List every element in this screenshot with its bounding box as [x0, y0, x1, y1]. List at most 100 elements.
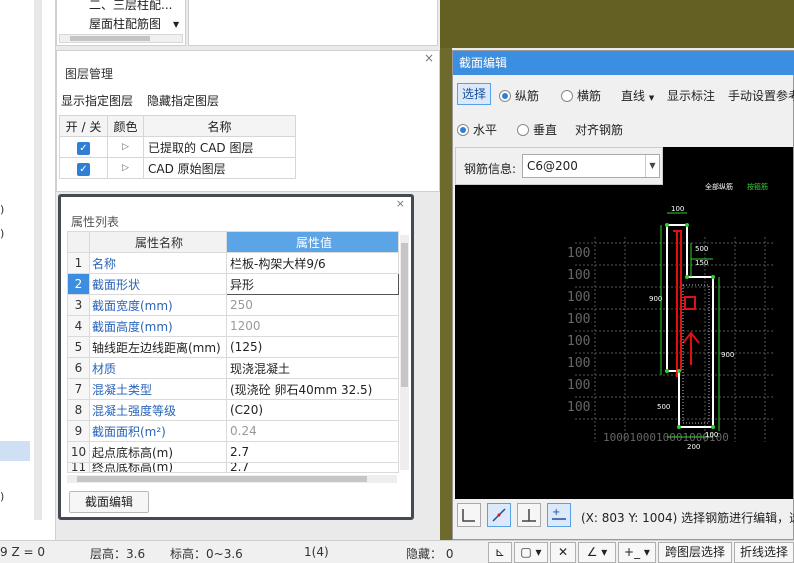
property-value[interactable]: 2.7	[226, 462, 399, 473]
grid-label: 100	[567, 268, 590, 283]
tree-item[interactable]: 二、三层柱配...	[89, 0, 172, 13]
property-value[interactable]: 栏板-构架大样9/6	[226, 252, 399, 274]
radio-vertical[interactable]: 垂直	[517, 121, 557, 138]
property-value[interactable]: 现浇混凝土	[226, 357, 399, 379]
property-value[interactable]: 250	[226, 294, 399, 316]
panel-title: 图层管理	[65, 67, 114, 81]
checkbox[interactable]: ✓	[77, 162, 90, 176]
diagonal-line-icon[interactable]	[487, 503, 511, 527]
show-label-button[interactable]: 显示标注	[667, 87, 715, 104]
polyline-select-button[interactable]: 折线选择	[734, 542, 794, 563]
rebar-info-select[interactable]: C6@200 ▼	[522, 154, 660, 178]
tree-fragment: )	[0, 227, 5, 240]
elevation-range: 标高：0~3.6	[170, 547, 243, 561]
row-number: 10	[67, 441, 90, 463]
property-value[interactable]: 2.7	[226, 441, 399, 463]
table-row[interactable]: 5 轴线距左边线距离(mm) (125)	[67, 336, 399, 358]
section-canvas[interactable]: 100 100 100 100 100 100 100 100 10001000…	[455, 147, 793, 499]
table-row[interactable]: 8 混凝土强度等级 (C20)	[67, 399, 399, 421]
table-row[interactable]: 7 混凝土类型 (现浇砼 卵石40mm 32.5)	[67, 378, 399, 400]
property-value[interactable]: 1200	[226, 315, 399, 337]
table-row[interactable]: 1 名称 栏板-构架大样9/6	[67, 252, 399, 274]
radio-icon[interactable]	[499, 90, 511, 102]
tree-hscroll[interactable]	[59, 34, 183, 43]
property-name: 截面高度(mm)	[89, 315, 227, 337]
row-number: 8	[67, 399, 90, 421]
checkbox[interactable]: ✓	[77, 141, 90, 155]
radio-icon[interactable]	[517, 124, 529, 136]
drawing-area-background	[440, 0, 794, 48]
table-row[interactable]: 6 材质 现浇混凝土	[67, 357, 399, 379]
dim-label: 500	[695, 245, 708, 253]
property-name: 截面形状	[89, 273, 227, 295]
align-rebar-button[interactable]: 对齐钢筋	[575, 121, 623, 138]
orthogonal-icon[interactable]	[457, 503, 481, 527]
property-name: 截面面积(m²)	[89, 420, 227, 442]
table-row[interactable]: 2 截面形状 异形	[67, 273, 399, 295]
radio-longitudinal[interactable]: 纵筋	[499, 87, 539, 104]
perpendicular-icon[interactable]	[517, 503, 541, 527]
property-table: 属性名称 属性值 1 名称 栏板-构架大样9/6 2 截面形状 异形 3 截面宽…	[67, 231, 399, 473]
expand-arrow-icon[interactable]: ▷	[107, 157, 144, 179]
cross-icon[interactable]: ✕	[550, 542, 576, 563]
hidden-count: 隐藏： 0	[406, 547, 454, 561]
canvas-label: 按箍筋	[747, 182, 768, 191]
grid-label: 100	[567, 378, 590, 393]
line-dropdown[interactable]: 直线 ▼	[621, 87, 654, 104]
property-value[interactable]: 0.24	[226, 420, 399, 442]
property-value[interactable]: (125)	[226, 336, 399, 358]
layer-name: 已提取的 CAD 图层	[143, 136, 296, 158]
section-edit-button[interactable]: 截面编辑	[69, 491, 149, 513]
radio-icon[interactable]	[561, 90, 573, 102]
property-list-panel: × 属性列表 属性名称 属性值 1 名称 栏板-构架大样9/6 2 截面形状 异…	[58, 194, 414, 520]
property-value[interactable]: (现浇砼 卵石40mm 32.5)	[226, 378, 399, 400]
radio-transverse[interactable]: 横筋	[561, 87, 601, 104]
manual-reference-button[interactable]: 手动设置参考	[728, 87, 794, 104]
hide-layer-button[interactable]: 隐藏指定图层	[147, 92, 219, 109]
svg-text:+: +	[552, 507, 560, 518]
chevron-down-icon[interactable]: ▼	[173, 20, 179, 29]
panel-title: 属性列表	[71, 215, 120, 229]
table-row[interactable]: 3 截面宽度(mm) 250	[67, 294, 399, 316]
close-icon[interactable]: ×	[396, 197, 405, 210]
property-hscroll[interactable]	[67, 475, 397, 483]
col-header: 名称	[143, 115, 296, 137]
table-row[interactable]: 11 终点底标高(m) 2.7	[67, 462, 399, 473]
close-icon[interactable]: ×	[424, 51, 434, 65]
radio-icon[interactable]	[457, 124, 469, 136]
chevron-down-icon[interactable]: ▼	[645, 155, 659, 177]
section-drawing[interactable]: 100 100 100 100 100 100 100 100 10001000…	[455, 147, 793, 499]
radio-horizontal[interactable]: 水平	[457, 121, 497, 138]
floor-height: 层高：3.6	[90, 547, 146, 561]
col-header: 开 / 关	[59, 115, 108, 137]
property-value[interactable]: (C20)	[226, 399, 399, 421]
editor-toolbar-bottom: + (X: 803 Y: 1004) 选择钢筋进行编辑，选	[455, 501, 794, 531]
table-row[interactable]: ✓ ▷ 已提取的 CAD 图层	[59, 136, 296, 158]
tree-item[interactable]: 屋面柱配筋图	[89, 15, 161, 32]
expand-arrow-icon[interactable]: ▷	[107, 136, 144, 158]
left-scrollbar[interactable]	[34, 0, 42, 520]
chevron-down-icon: ▼	[648, 94, 655, 102]
orthogonal-icon[interactable]: ⊾	[488, 542, 512, 563]
cross-layer-select-button[interactable]: 跨图层选择	[658, 542, 732, 563]
angle-dropdown-icon[interactable]: ∠ ▾	[578, 542, 616, 563]
dim-label: 150	[695, 259, 708, 267]
table-row[interactable]: ✓ ▷ CAD 原始图层	[59, 157, 296, 179]
property-name: 名称	[89, 252, 227, 274]
tree-selected-row[interactable]	[0, 441, 30, 461]
row-number: 3	[67, 294, 90, 316]
row-number: 1	[67, 252, 90, 274]
select-button[interactable]: 选择	[457, 83, 491, 105]
dimension-dropdown-icon[interactable]: +_ ▾	[618, 542, 656, 563]
add-point-icon[interactable]: +	[547, 503, 571, 527]
grid-label: 100	[567, 356, 590, 371]
row-number: 5	[67, 336, 90, 358]
snap-dropdown-icon[interactable]: ▢ ▾	[514, 542, 548, 563]
table-row[interactable]: 9 截面面积(m²) 0.24	[67, 420, 399, 442]
table-row[interactable]: 10 起点底标高(m) 2.7	[67, 441, 399, 463]
property-value[interactable]: 异形	[226, 273, 399, 295]
show-layer-button[interactable]: 显示指定图层	[61, 92, 133, 109]
left-panel-strip: ) ) )	[0, 0, 56, 540]
table-row[interactable]: 4 截面高度(mm) 1200	[67, 315, 399, 337]
property-vscroll[interactable]	[400, 235, 409, 470]
